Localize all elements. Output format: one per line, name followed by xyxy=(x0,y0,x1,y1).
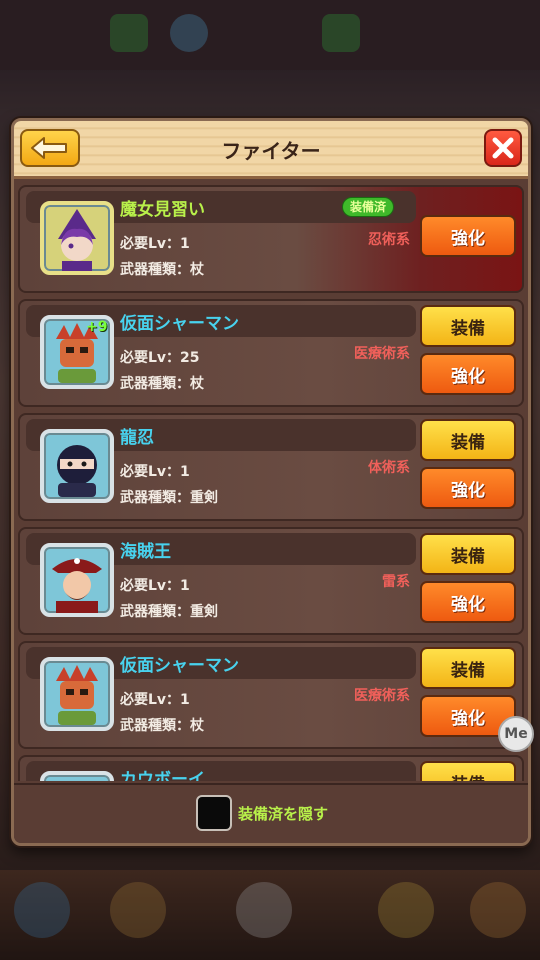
fighter-row[interactable]: 龍忍 必要Lv：1 武器種類：重剣 体術系 装備 強化 xyxy=(18,413,524,521)
me-floating-button[interactable]: Me xyxy=(498,716,534,752)
upgrade-button[interactable]: 強化 xyxy=(420,353,516,395)
weapon-type: 武器種類：杖 xyxy=(120,262,204,278)
fighter-row[interactable]: 海賊王 必要Lv：1 武器種類：重剣 雷系 装備 強化 xyxy=(18,527,524,635)
fighter-row[interactable]: カウボーイ 装備 xyxy=(18,755,524,781)
fighter-list[interactable]: 魔女見習い 装備済 必要Lv：1 武器種類：杖 忍術系 強化 仮面シャーマン +… xyxy=(18,185,524,781)
dialog-header: ファイター xyxy=(14,121,528,179)
required-level: 必要Lv：1 xyxy=(120,464,190,480)
dragon-ninja-portrait xyxy=(40,429,114,503)
masked-shaman-portrait xyxy=(40,657,114,731)
equip-button[interactable]: 装備 xyxy=(420,647,516,689)
fighter-name: 海賊王 xyxy=(120,542,171,562)
dialog-title: ファイター xyxy=(221,139,321,163)
pirate-king-portrait xyxy=(40,543,114,617)
enhance-level-badge: +9 xyxy=(86,319,108,335)
skill-school: 雷系 xyxy=(382,574,410,590)
weapon-type: 武器種類：重剣 xyxy=(120,490,218,506)
witch-apprentice-portrait xyxy=(40,201,114,275)
weapon-type: 武器種類：杖 xyxy=(120,376,204,392)
skill-school: 医療術系 xyxy=(354,346,410,362)
fighter-row[interactable]: 魔女見習い 装備済 必要Lv：1 武器種類：杖 忍術系 強化 xyxy=(18,185,524,293)
upgrade-button[interactable]: 強化 xyxy=(420,215,516,257)
equip-button[interactable]: 装備 xyxy=(420,305,516,347)
fighter-dialog: ファイター 魔女見習い 装備済 必要Lv：1 武器種類：杖 忍術系 強化 仮面シ… xyxy=(11,118,531,846)
required-level: 必要Lv：1 xyxy=(120,692,190,708)
upgrade-button[interactable]: 強化 xyxy=(420,467,516,509)
skill-school: 体術系 xyxy=(368,460,410,476)
upgrade-button[interactable]: 強化 xyxy=(420,581,516,623)
equip-button[interactable]: 装備 xyxy=(420,533,516,575)
hide-equipped-label[interactable]: 装備済を隠す xyxy=(238,803,328,824)
cowboy-portrait xyxy=(40,771,114,781)
equip-button[interactable]: 装備 xyxy=(420,761,516,781)
fighter-name: カウボーイ xyxy=(120,770,205,781)
fighter-name: 仮面シャーマン xyxy=(120,314,239,334)
required-level: 必要Lv：1 xyxy=(120,578,190,594)
weapon-type: 武器種類：杖 xyxy=(120,718,204,734)
equip-button[interactable]: 装備 xyxy=(420,419,516,461)
close-button[interactable] xyxy=(484,129,522,167)
fighter-name: 仮面シャーマン xyxy=(120,656,239,676)
close-x-icon xyxy=(492,137,514,159)
fighter-row[interactable]: 仮面シャーマン 必要Lv：1 武器種類：杖 医療術系 装備 強化 xyxy=(18,641,524,749)
fighter-name: 魔女見習い xyxy=(120,200,205,220)
required-level: 必要Lv：25 xyxy=(120,350,200,366)
skill-school: 忍術系 xyxy=(368,232,410,248)
equipped-badge: 装備済 xyxy=(342,197,395,217)
fighter-name: 龍忍 xyxy=(120,428,154,448)
required-level: 必要Lv：1 xyxy=(120,236,190,252)
fighter-row[interactable]: 仮面シャーマン +9 必要Lv：25 武器種類：杖 医療術系 装備 強化 xyxy=(18,299,524,407)
hide-equipped-checkbox[interactable] xyxy=(196,795,232,831)
weapon-type: 武器種類：重剣 xyxy=(120,604,218,620)
dialog-footer: 装備済を隠す xyxy=(14,783,528,843)
skill-school: 医療術系 xyxy=(354,688,410,704)
